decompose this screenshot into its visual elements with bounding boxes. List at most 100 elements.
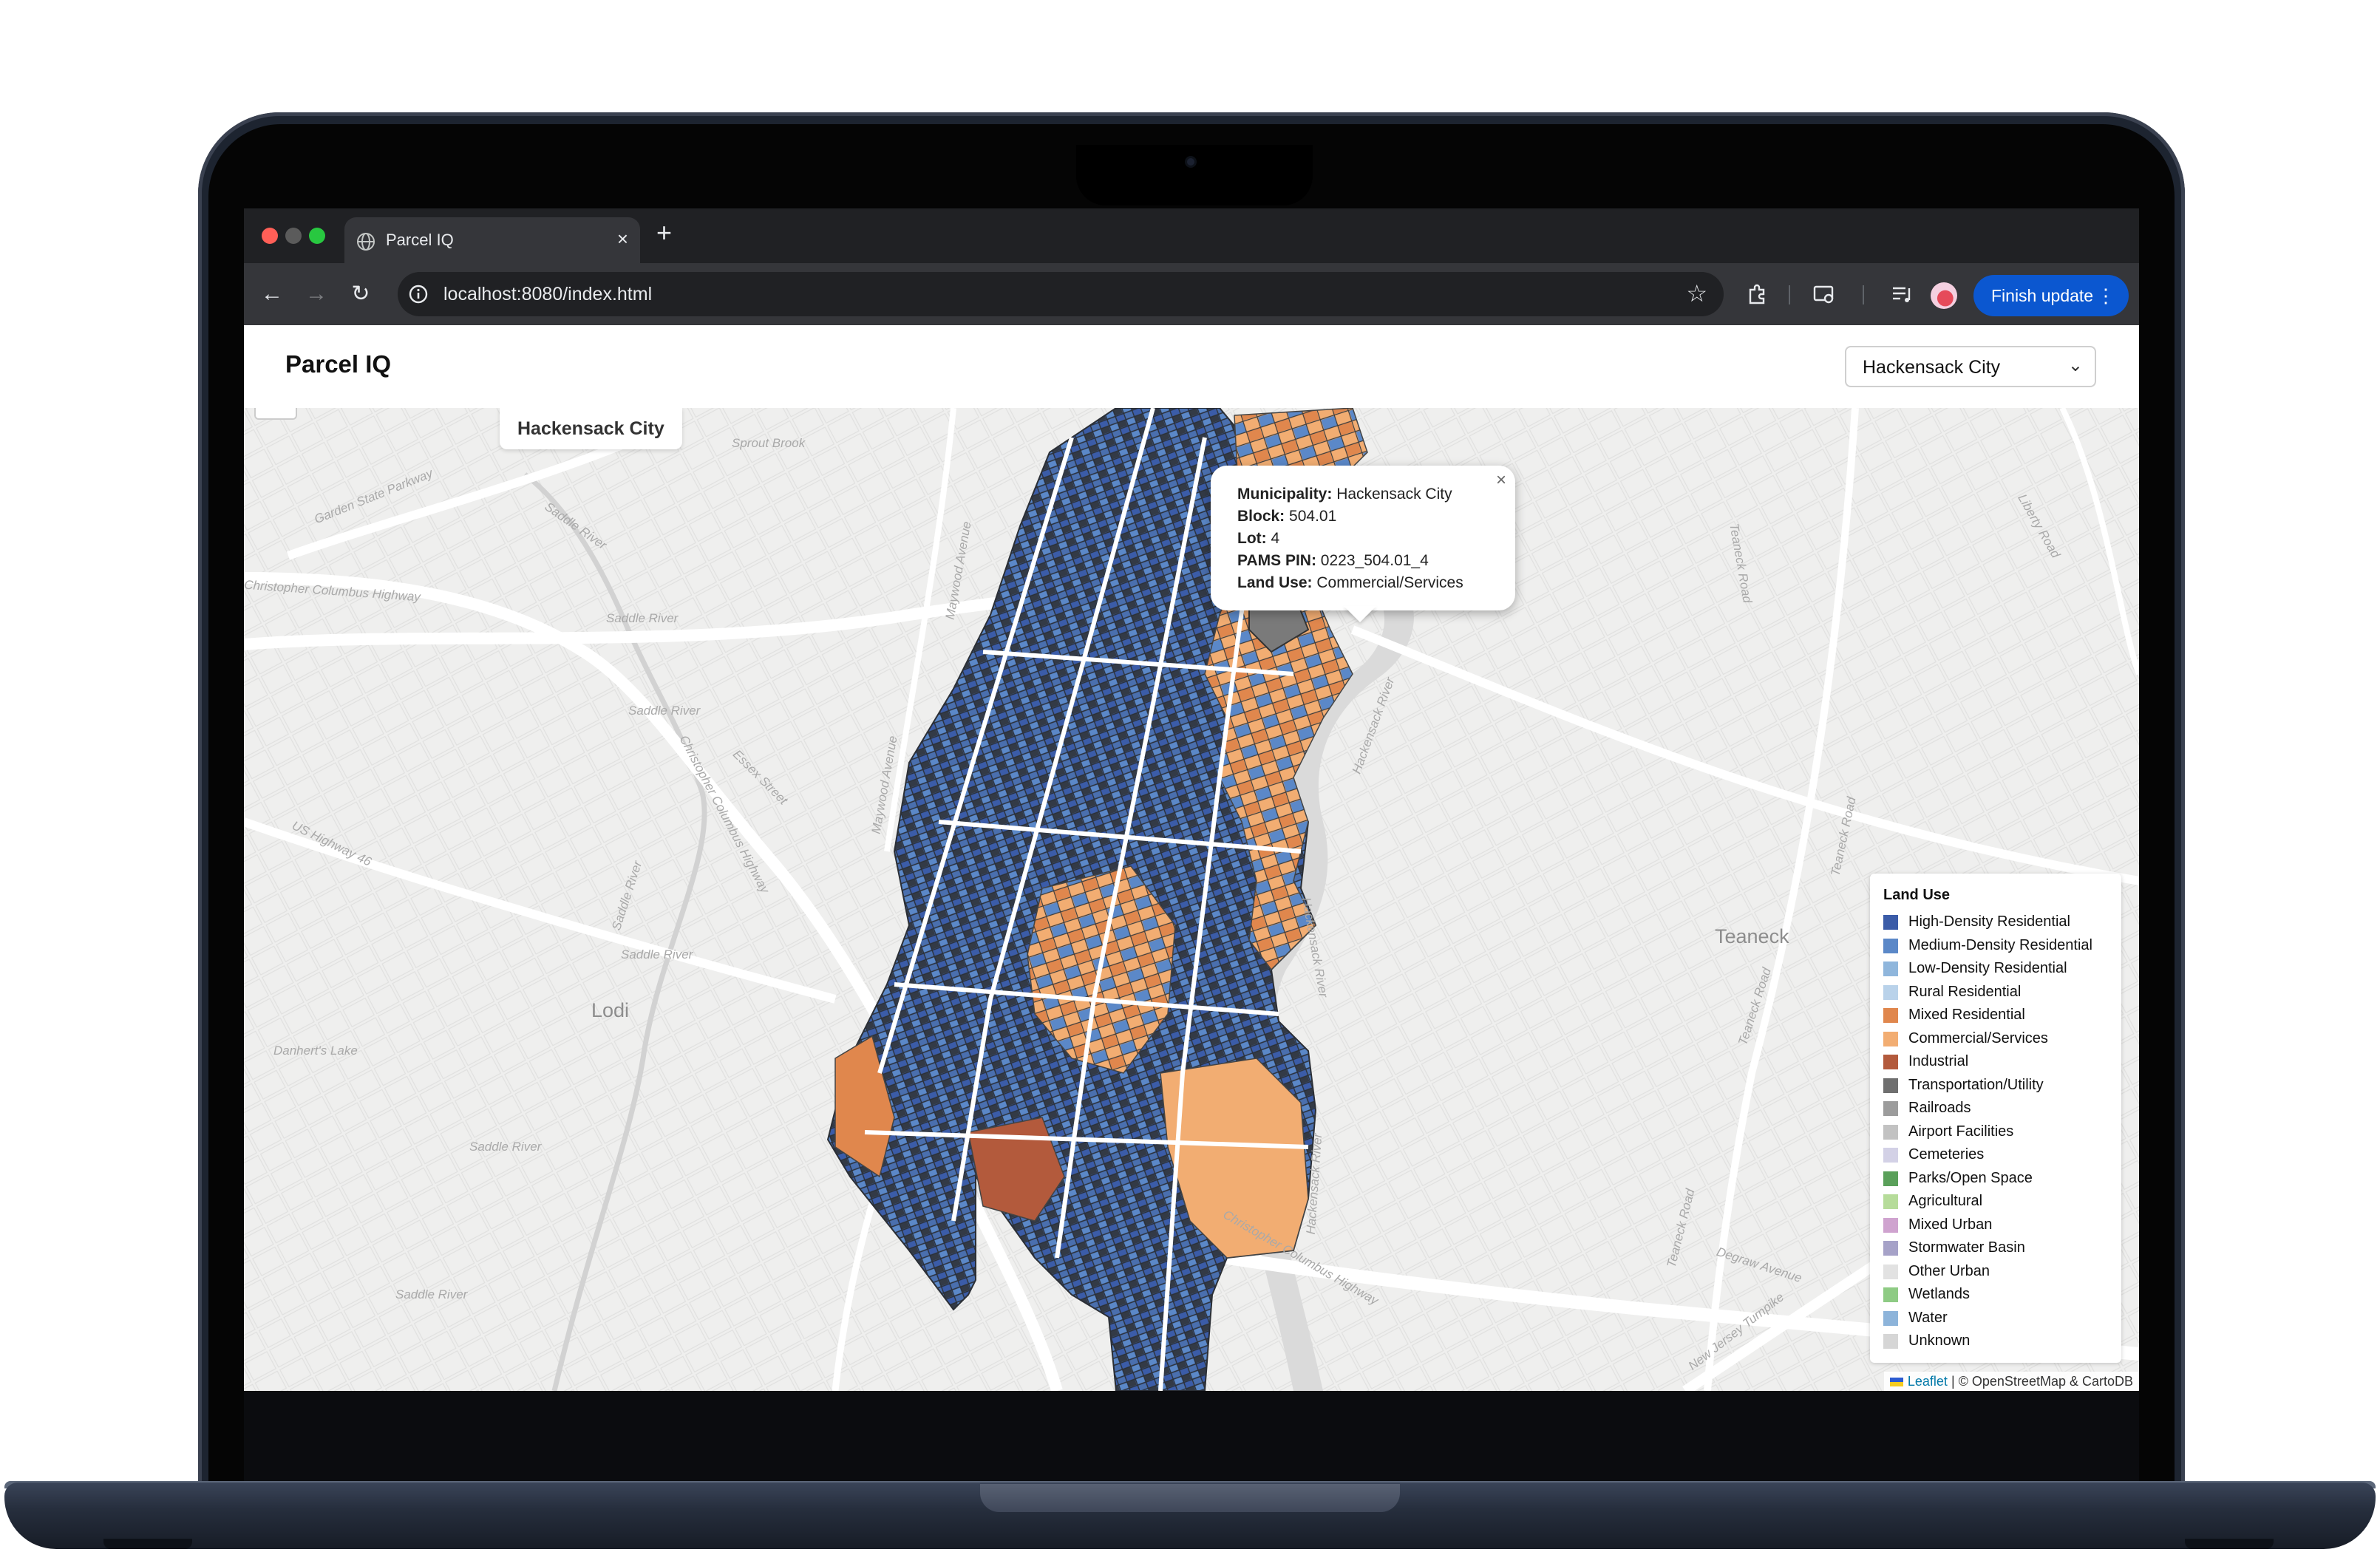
zoom-control[interactable] — [254, 408, 297, 420]
app-title: Parcel IQ — [285, 350, 392, 378]
legend-swatch — [1883, 1101, 1898, 1116]
popup-value: 4 — [1271, 530, 1280, 547]
reload-icon[interactable]: ↻ — [346, 279, 375, 309]
popup-key: Land Use: — [1237, 574, 1313, 591]
toolbar-divider — [1863, 285, 1864, 304]
map-label-saddle-river-7: Saddle River — [395, 1287, 468, 1301]
legend-label: Mixed Residential — [1908, 1007, 2025, 1023]
popup-row-lot: Lot: 4 — [1237, 528, 1463, 550]
land-use-legend: Land Use High-Density Residential Medium-… — [1870, 874, 2121, 1363]
address-bar[interactable]: localhost:8080/index.html ☆ — [398, 272, 1724, 316]
popup-key: Block: — [1237, 508, 1285, 525]
map-label-lodi: Lodi — [591, 999, 630, 1021]
popup-tip — [1344, 606, 1376, 622]
browser-toolbar: ← → ↻ localhost:8080/index.html ☆ Finish… — [244, 263, 2139, 325]
popup-row-pams: PAMS PIN: 0223_504.01_4 — [1237, 550, 1463, 572]
legend-swatch — [1883, 1194, 1898, 1209]
map-label-saddle-river-6: Saddle River — [469, 1140, 542, 1154]
map-label-danherts: Danhert's Lake — [273, 1044, 358, 1058]
browser-tab[interactable]: Parcel IQ × — [344, 217, 640, 263]
legend-label: Parks/Open Space — [1908, 1169, 2033, 1186]
legend-swatch — [1883, 1148, 1898, 1163]
popup-value: 504.01 — [1289, 508, 1337, 525]
laptop-foot-left — [103, 1539, 192, 1549]
minimize-window-icon[interactable] — [285, 228, 302, 244]
legend-swatch — [1883, 1334, 1898, 1349]
legend-swatch — [1883, 1124, 1898, 1140]
popup-value: Hackensack City — [1336, 486, 1452, 503]
legend-swatch — [1883, 1031, 1898, 1046]
parcel-popup: × Municipality: Hackensack City Block: 5… — [1211, 466, 1515, 610]
legend-label: Wetlands — [1908, 1286, 1971, 1302]
legend-title: Land Use — [1883, 887, 1951, 903]
legend-swatch — [1883, 962, 1898, 976]
legend-swatch — [1883, 938, 1898, 953]
forward-icon[interactable]: → — [302, 279, 331, 309]
popup-content: Municipality: Hackensack City Block: 504… — [1237, 483, 1463, 594]
popup-key: PAMS PIN: — [1237, 552, 1316, 569]
legend-label: Medium-Density Residential — [1908, 936, 2092, 953]
legend-label: Transportation/Utility — [1908, 1076, 2044, 1093]
close-icon[interactable]: × — [1496, 470, 1506, 491]
legend-label: High-Density Residential — [1908, 913, 2070, 930]
map-label-saddle-river-5: Saddle River — [621, 947, 693, 962]
finish-update-label: Finish update — [1991, 286, 2094, 305]
popup-row-municipality: Municipality: Hackensack City — [1237, 483, 1463, 506]
legend-label: Commercial/Services — [1908, 1029, 2048, 1046]
legend-label: Water — [1908, 1309, 1948, 1326]
legend-label: Railroads — [1908, 1100, 1971, 1116]
app-header: Parcel IQ Hackensack City ⌄ — [244, 325, 2139, 409]
kebab-menu-icon[interactable]: ⋮ — [2096, 275, 2115, 316]
maximize-window-icon[interactable] — [309, 228, 325, 244]
close-tab-icon[interactable]: × — [617, 228, 628, 251]
legend-swatch — [1883, 1287, 1898, 1302]
legend-swatch — [1883, 1008, 1898, 1023]
laptop-foot-right — [2185, 1539, 2274, 1549]
attribution-text: | © OpenStreetMap & CartoDB — [1951, 1374, 2133, 1389]
popup-value: 0223_504.01_4 — [1320, 552, 1429, 569]
extensions-icon[interactable] — [1744, 281, 1771, 307]
legend-label: Stormwater Basin — [1908, 1239, 2025, 1256]
url-text: localhost:8080/index.html — [443, 284, 653, 304]
ukraine-flag-icon — [1889, 1378, 1903, 1387]
popup-row-block: Block: 504.01 — [1237, 506, 1463, 528]
legend-swatch — [1883, 1264, 1898, 1279]
browser-window: Parcel IQ × + ← → ↻ localhost:8080/index… — [244, 208, 2139, 1391]
leaflet-link[interactable]: Leaflet — [1908, 1374, 1948, 1389]
legend-label: Agricultural — [1908, 1193, 1983, 1209]
web-page: Parcel IQ Hackensack City ⌄ Sprout Brook… — [244, 325, 2139, 1391]
legend-label: Unknown — [1908, 1333, 1971, 1349]
legend-label: Airport Facilities — [1908, 1123, 2014, 1140]
site-info-icon[interactable] — [408, 284, 429, 304]
legend-swatch — [1883, 1055, 1898, 1069]
screen-chin — [244, 1391, 2139, 1481]
camera-icon — [1187, 158, 1194, 166]
legend-label: Low-Density Residential — [1908, 960, 2067, 976]
legend-label: Rural Residential — [1908, 983, 2022, 1000]
cast-icon[interactable] — [1811, 281, 1837, 307]
toolbar-divider — [1789, 285, 1790, 304]
tab-strip: Parcel IQ × + — [244, 208, 2139, 263]
legend-swatch — [1883, 1241, 1898, 1256]
back-icon[interactable]: ← — [257, 279, 287, 309]
map-label-saddle-river-2: Saddle River — [606, 611, 679, 625]
popup-row-landuse: Land Use: Commercial/Services — [1237, 572, 1463, 594]
map-label-saddle-river-3: Saddle River — [628, 704, 701, 718]
municipality-select[interactable]: Hackensack City ⌄ — [1845, 346, 2096, 387]
new-tab-icon[interactable]: + — [656, 217, 672, 248]
legend-swatch — [1883, 1078, 1898, 1093]
legend-label: Industrial — [1908, 1053, 1969, 1069]
chevron-down-icon: ⌄ — [2067, 355, 2083, 375]
legend-swatch — [1883, 984, 1898, 1000]
municipality-map-label: Hackensack City — [500, 408, 682, 449]
bookmark-star-icon[interactable]: ☆ — [1686, 279, 1707, 307]
parcel-map[interactable]: Sprout Brook Garden State Parkway Saddle… — [244, 408, 2139, 1391]
legend-swatch — [1883, 1310, 1898, 1326]
basemap[interactable] — [244, 408, 2139, 1391]
popup-value: Commercial/Services — [1316, 574, 1463, 591]
tab-title: Parcel IQ — [386, 231, 454, 249]
finish-update-button[interactable]: Finish update ⋮ — [1973, 275, 2129, 316]
profile-avatar[interactable] — [1931, 282, 1957, 309]
close-window-icon[interactable] — [262, 228, 278, 244]
media-controls-icon[interactable] — [1889, 281, 1916, 307]
